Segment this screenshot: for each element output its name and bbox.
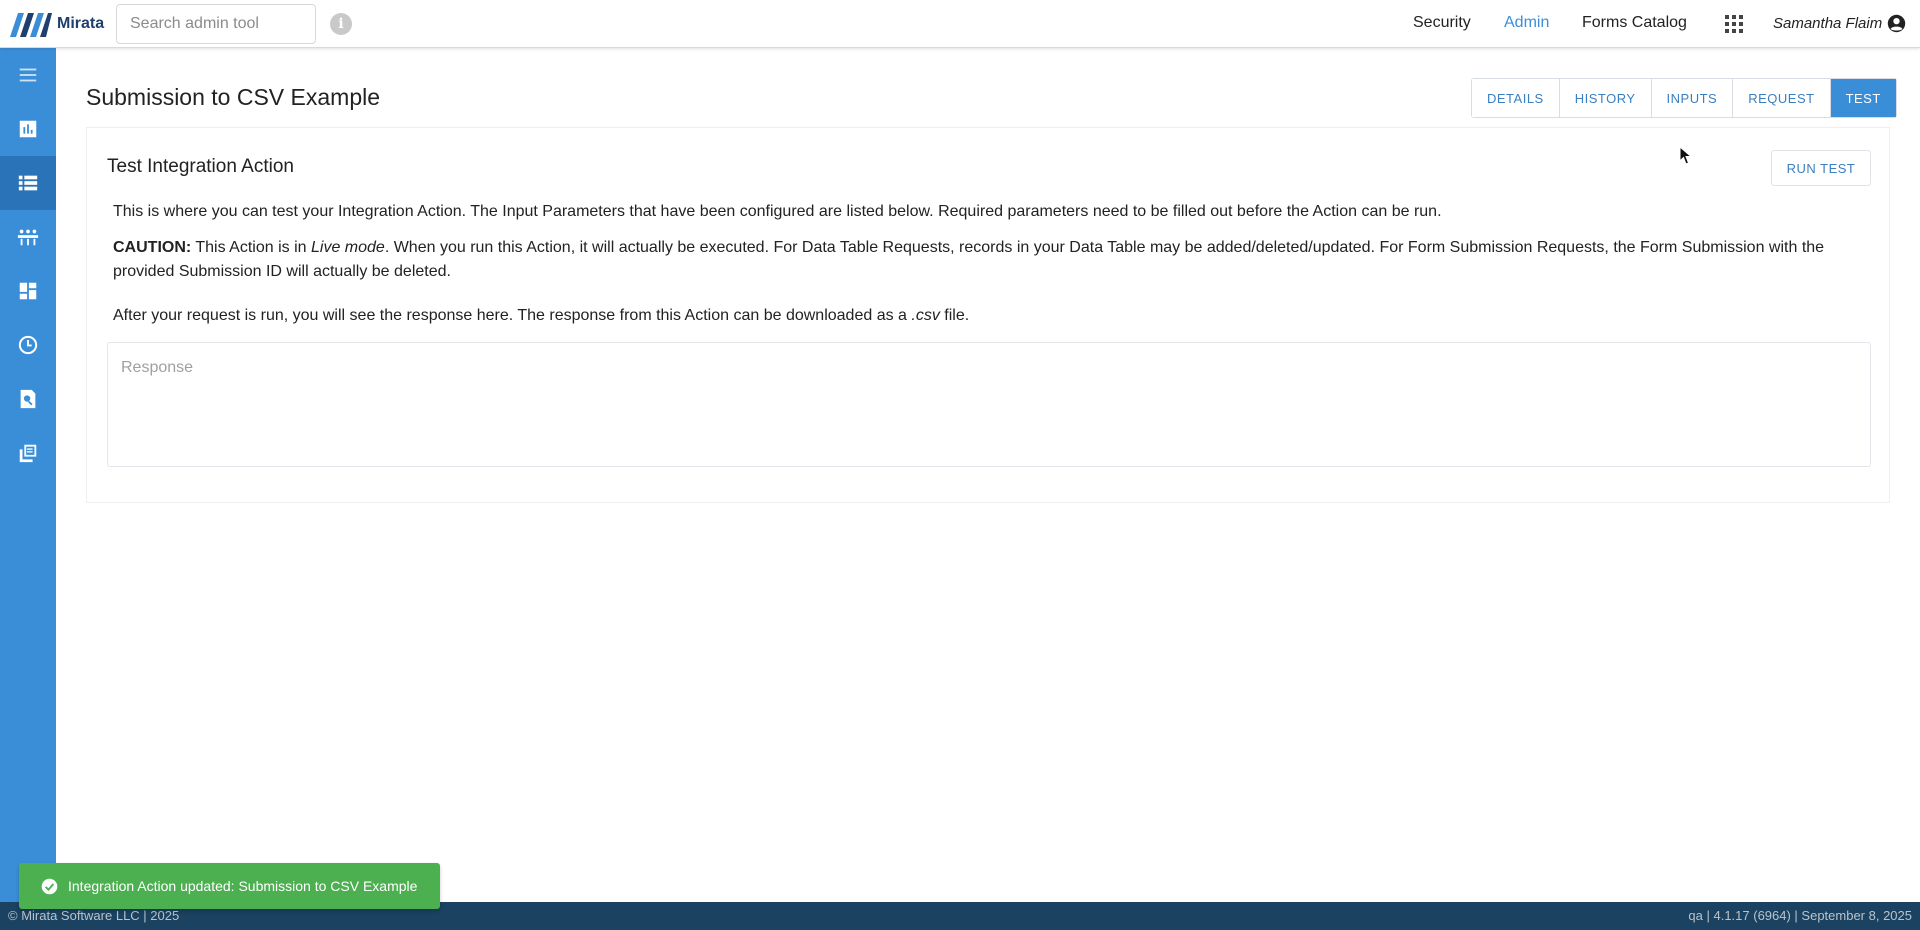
run-test-button[interactable]: RUN TEST xyxy=(1771,150,1871,186)
sidebar-item-history[interactable] xyxy=(0,318,56,372)
nav-security[interactable]: Security xyxy=(1413,14,1471,32)
tab-request[interactable]: REQUEST xyxy=(1733,79,1831,117)
caution-pre: This Action is in xyxy=(191,239,311,256)
tab-bar: DETAILS HISTORY INPUTS REQUEST TEST xyxy=(1471,78,1897,118)
integration-icon xyxy=(17,229,39,246)
sidebar-item-reports[interactable] xyxy=(0,102,56,156)
sidebar-item-dashboard[interactable] xyxy=(0,264,56,318)
list-icon xyxy=(18,175,38,191)
success-toast[interactable]: Integration Action updated: Submission t… xyxy=(19,863,440,909)
after-pre: After your request is run, you will see … xyxy=(113,307,912,324)
library-icon xyxy=(19,444,37,463)
tab-test[interactable]: TEST xyxy=(1830,79,1896,117)
dashboard-icon xyxy=(19,282,37,300)
caution-text: CAUTION: This Action is in Live mode. Wh… xyxy=(113,236,1873,284)
menu-icon xyxy=(19,68,37,82)
tab-details[interactable]: DETAILS xyxy=(1472,79,1560,117)
sidebar-item-integrations[interactable] xyxy=(0,210,56,264)
bar-chart-icon xyxy=(19,120,37,138)
mirata-logo[interactable]: Mirata xyxy=(10,10,104,38)
user-name[interactable]: Samantha Flaim xyxy=(1773,15,1882,32)
logo-text: Mirata xyxy=(57,15,105,32)
caution-label: CAUTION: xyxy=(113,239,192,256)
sidebar-item-search-documents[interactable] xyxy=(0,372,56,426)
nav-forms-catalog[interactable]: Forms Catalog xyxy=(1582,14,1687,32)
caution-mode: Live mode xyxy=(310,239,385,256)
mirata-logo-icon xyxy=(10,13,52,37)
page-title: Submission to CSV Example xyxy=(86,84,381,110)
search-document-icon xyxy=(20,389,36,409)
test-integration-card: Test Integration Action RUN TEST This is… xyxy=(86,127,1890,503)
clock-icon xyxy=(18,335,38,355)
nav-admin[interactable]: Admin xyxy=(1504,14,1549,32)
apps-grid-icon[interactable] xyxy=(1725,15,1743,33)
user-account-icon[interactable] xyxy=(1887,14,1906,33)
mouse-cursor-icon xyxy=(1679,146,1693,165)
footer-copyright: © Mirata Software LLC | 2025 xyxy=(8,908,180,923)
sidebar-item-integrations-list[interactable] xyxy=(0,156,56,210)
sidebar-menu-toggle[interactable] xyxy=(0,48,56,102)
sidebar xyxy=(0,48,56,902)
sidebar-item-library[interactable] xyxy=(0,426,56,480)
intro-text: This is where you can test your Integrat… xyxy=(113,203,1442,220)
after-run-text: After your request is run, you will see … xyxy=(113,304,1873,328)
response-field[interactable] xyxy=(107,342,1871,467)
check-circle-icon xyxy=(41,878,58,894)
info-icon[interactable]: i xyxy=(330,13,352,35)
search-input[interactable] xyxy=(116,4,316,44)
top-bar: Mirata i Security Admin Forms Catalog Sa… xyxy=(0,0,1920,48)
tab-inputs[interactable]: INPUTS xyxy=(1651,79,1734,117)
toast-message: Integration Action updated: Submission t… xyxy=(68,878,418,894)
after-post: file. xyxy=(939,307,970,324)
after-ext: .csv xyxy=(911,307,940,324)
footer-version: qa | 4.1.17 (6964) | September 8, 2025 xyxy=(1688,908,1912,923)
tab-history[interactable]: HISTORY xyxy=(1559,79,1652,117)
card-title: Test Integration Action xyxy=(107,156,294,177)
